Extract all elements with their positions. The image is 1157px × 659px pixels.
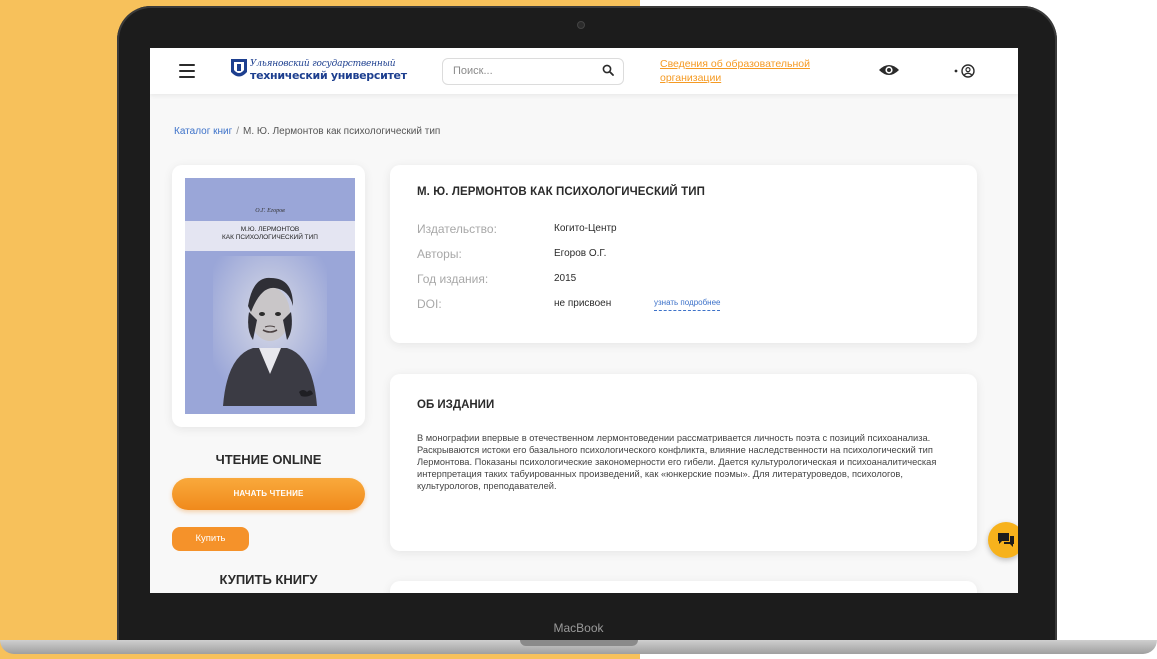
logo-line1: Ульяновский государственный [250, 59, 396, 69]
read-online-heading: ЧТЕНИЕ ONLINE [215, 452, 322, 467]
book-details-card: М. Ю. ЛЕРМОНТОВ КАК ПСИХОЛОГИЧЕСКИЙ ТИП … [390, 165, 977, 343]
user-icon[interactable] [953, 64, 977, 78]
year-value: 2015 [554, 273, 577, 284]
cover-author: О.Г. Егоров [255, 208, 285, 214]
cover-title-line1: М.Ю. ЛЕРМОНТОВ [240, 226, 300, 233]
next-section-card [390, 581, 977, 593]
site-header: Ульяновский государственный технический … [150, 48, 1018, 94]
laptop-brand-label: MacBook [553, 621, 604, 635]
search-input[interactable]: Поиск... [442, 58, 624, 85]
breadcrumb-separator: / [236, 126, 240, 137]
logo-emblem-icon [231, 59, 247, 77]
doi-value: не присвоен [554, 298, 612, 309]
search-icon[interactable] [602, 64, 614, 76]
breadcrumb-catalog-link[interactable]: Каталог книг [174, 126, 232, 137]
university-logo[interactable]: Ульяновский государственный технический … [228, 56, 418, 86]
about-description: В монографии впервые в отечественном лер… [417, 433, 937, 491]
about-card: ОБ ИЗДАНИИ В монографии впервые в отечес… [390, 374, 977, 551]
eye-icon[interactable] [878, 63, 900, 77]
cover-title-band: М.Ю. ЛЕРМОНТОВ КАК ПСИХОЛОГИЧЕСКИЙ ТИП [185, 221, 355, 251]
camera-dot [577, 21, 585, 29]
cover-title: М.Ю. ЛЕРМОНТОВ КАК ПСИХОЛОГИЧЕСКИЙ ТИП [185, 226, 355, 242]
authors-label: Авторы: [417, 247, 462, 261]
buy-book-heading: КУПИТЬ КНИГУ [219, 572, 318, 587]
logo-line2: технический университет [250, 69, 407, 82]
publisher-label: Издательство: [417, 222, 497, 236]
breadcrumb: Каталог книг / М. Ю. Лермонтов как психоло… [174, 126, 440, 137]
laptop-notch [520, 640, 638, 646]
cover-title-line2: КАК ПСИХОЛОГИЧЕСКИЙ ТИП [222, 234, 318, 241]
doi-label: DOI: [417, 297, 442, 311]
portrait-image [213, 256, 327, 406]
chat-icon [998, 533, 1014, 547]
book-title: М. Ю. ЛЕРМОНТОВ КАК ПСИХОЛОГИЧЕСКИЙ ТИП [417, 186, 705, 198]
menu-icon[interactable] [179, 64, 195, 78]
year-label: Год издания: [417, 272, 489, 286]
book-cover-card: О.Г. Егоров М.Ю. ЛЕРМОНТОВ КАК ПСИХОЛОГИ… [172, 165, 365, 427]
chat-button[interactable] [988, 522, 1018, 558]
start-reading-button[interactable]: НАЧАТЬ ЧТЕНИЕ [172, 478, 365, 510]
publisher-value: Когито-Центр [554, 223, 617, 234]
doi-more-link[interactable]: узнать подробнее [654, 298, 721, 311]
org-info-link[interactable]: Сведения об образовательной организации [660, 57, 850, 85]
authors-value[interactable]: Егоров О.Г. [554, 248, 606, 259]
browser-screen: Ульяновский государственный технический … [150, 48, 1018, 593]
book-cover-image[interactable]: О.Г. Егоров М.Ю. ЛЕРМОНТОВ КАК ПСИХОЛОГИ… [185, 178, 355, 414]
buy-button[interactable]: Купить [172, 527, 249, 551]
about-heading: ОБ ИЗДАНИИ [417, 399, 495, 411]
breadcrumb-current: М. Ю. Лермонтов как психологический тип [243, 126, 441, 137]
